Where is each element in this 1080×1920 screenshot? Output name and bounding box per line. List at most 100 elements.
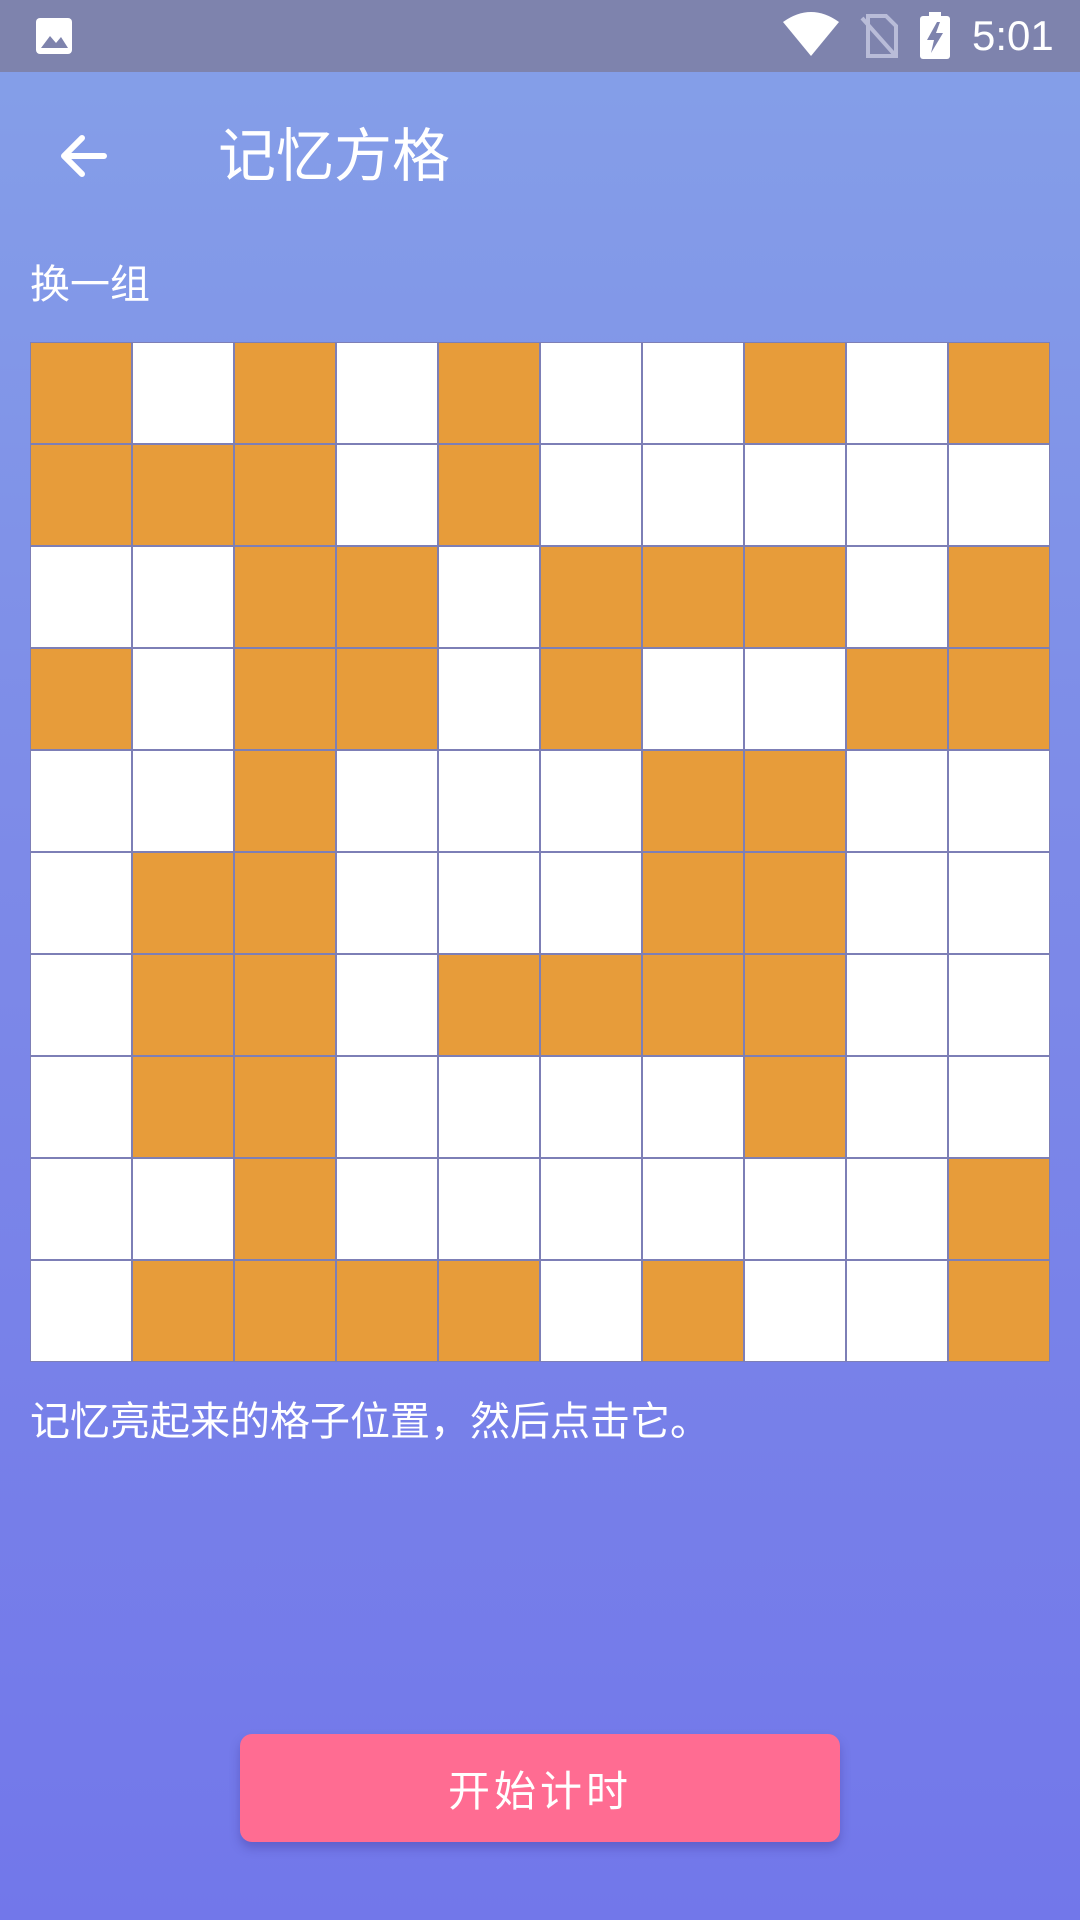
grid-cell[interactable] <box>31 1260 132 1361</box>
grid-cell[interactable] <box>846 852 948 954</box>
grid-cell[interactable] <box>642 1056 744 1158</box>
grid-cell[interactable] <box>642 852 744 954</box>
grid-cell[interactable] <box>132 852 234 954</box>
grid-cell[interactable] <box>438 546 540 648</box>
grid-cell[interactable] <box>846 1056 948 1158</box>
grid-cell[interactable] <box>132 444 234 546</box>
grid-cell[interactable] <box>132 546 234 648</box>
grid-cell[interactable] <box>336 1158 438 1260</box>
grid-cell[interactable] <box>336 1056 438 1158</box>
grid-cell[interactable] <box>540 444 642 546</box>
grid-cell[interactable] <box>438 444 540 546</box>
grid-cell[interactable] <box>642 546 744 648</box>
grid-cell[interactable] <box>132 1260 234 1361</box>
grid-cell[interactable] <box>540 648 642 750</box>
grid-cell[interactable] <box>132 954 234 1056</box>
grid-cell[interactable] <box>846 343 948 444</box>
grid-cell[interactable] <box>744 954 846 1056</box>
grid-cell[interactable] <box>540 750 642 852</box>
grid-cell[interactable] <box>540 954 642 1056</box>
grid-cell[interactable] <box>642 1260 744 1361</box>
grid-cell[interactable] <box>744 343 846 444</box>
grid-cell[interactable] <box>31 546 132 648</box>
grid-cell[interactable] <box>642 648 744 750</box>
grid-cell[interactable] <box>744 648 846 750</box>
grid-cell[interactable] <box>744 546 846 648</box>
grid-cell[interactable] <box>948 343 1049 444</box>
grid-cell[interactable] <box>234 546 336 648</box>
grid-cell[interactable] <box>31 343 132 444</box>
grid-cell[interactable] <box>438 1158 540 1260</box>
grid-cell[interactable] <box>336 750 438 852</box>
grid-cell[interactable] <box>744 852 846 954</box>
grid-cell[interactable] <box>846 648 948 750</box>
grid-cell[interactable] <box>234 750 336 852</box>
grid-cell[interactable] <box>540 852 642 954</box>
grid-cell[interactable] <box>948 1056 1049 1158</box>
grid-cell[interactable] <box>234 1260 336 1361</box>
grid-cell[interactable] <box>642 343 744 444</box>
grid-cell[interactable] <box>846 954 948 1056</box>
grid-cell[interactable] <box>438 1260 540 1361</box>
grid-cell[interactable] <box>234 1056 336 1158</box>
grid-cell[interactable] <box>744 750 846 852</box>
grid-cell[interactable] <box>132 1158 234 1260</box>
grid-cell[interactable] <box>846 546 948 648</box>
grid-cell[interactable] <box>744 1158 846 1260</box>
grid-cell[interactable] <box>948 648 1049 750</box>
grid-cell[interactable] <box>132 750 234 852</box>
grid-cell[interactable] <box>336 444 438 546</box>
grid-cell[interactable] <box>540 546 642 648</box>
arrow-left-icon[interactable] <box>52 124 116 188</box>
grid-cell[interactable] <box>846 444 948 546</box>
grid-cell[interactable] <box>31 444 132 546</box>
grid-cell[interactable] <box>132 343 234 444</box>
grid-cell[interactable] <box>234 1158 336 1260</box>
grid-cell[interactable] <box>336 1260 438 1361</box>
grid-cell[interactable] <box>438 648 540 750</box>
grid-cell[interactable] <box>948 750 1049 852</box>
grid-cell[interactable] <box>336 343 438 444</box>
grid-cell[interactable] <box>642 750 744 852</box>
grid-cell[interactable] <box>31 954 132 1056</box>
grid-cell[interactable] <box>540 1260 642 1361</box>
grid-cell[interactable] <box>31 1158 132 1260</box>
grid-cell[interactable] <box>438 954 540 1056</box>
grid-cell[interactable] <box>948 954 1049 1056</box>
start-timer-button[interactable]: 开始计时 <box>240 1734 840 1842</box>
grid-cell[interactable] <box>234 343 336 444</box>
grid-cell[interactable] <box>642 954 744 1056</box>
grid-cell[interactable] <box>438 343 540 444</box>
grid-cell[interactable] <box>438 750 540 852</box>
grid-cell[interactable] <box>540 1158 642 1260</box>
grid-cell[interactable] <box>234 648 336 750</box>
grid-cell[interactable] <box>642 1158 744 1260</box>
shuffle-button[interactable]: 换一组 <box>30 258 150 312</box>
grid-cell[interactable] <box>31 852 132 954</box>
grid-cell[interactable] <box>31 750 132 852</box>
grid-cell[interactable] <box>336 648 438 750</box>
grid-cell[interactable] <box>642 444 744 546</box>
grid-cell[interactable] <box>132 1056 234 1158</box>
grid-cell[interactable] <box>846 750 948 852</box>
grid-cell[interactable] <box>234 954 336 1056</box>
grid-cell[interactable] <box>132 648 234 750</box>
grid-cell[interactable] <box>846 1260 948 1361</box>
grid-cell[interactable] <box>948 1158 1049 1260</box>
grid-cell[interactable] <box>31 1056 132 1158</box>
grid-cell[interactable] <box>540 343 642 444</box>
grid-cell[interactable] <box>336 852 438 954</box>
grid-cell[interactable] <box>948 1260 1049 1361</box>
grid-cell[interactable] <box>234 852 336 954</box>
grid-cell[interactable] <box>336 546 438 648</box>
grid-cell[interactable] <box>540 1056 642 1158</box>
grid-cell[interactable] <box>234 444 336 546</box>
grid-cell[interactable] <box>744 444 846 546</box>
grid-cell[interactable] <box>846 1158 948 1260</box>
grid-cell[interactable] <box>438 852 540 954</box>
grid-cell[interactable] <box>948 852 1049 954</box>
grid-cell[interactable] <box>948 444 1049 546</box>
grid-cell[interactable] <box>438 1056 540 1158</box>
grid-cell[interactable] <box>948 546 1049 648</box>
grid-cell[interactable] <box>31 648 132 750</box>
